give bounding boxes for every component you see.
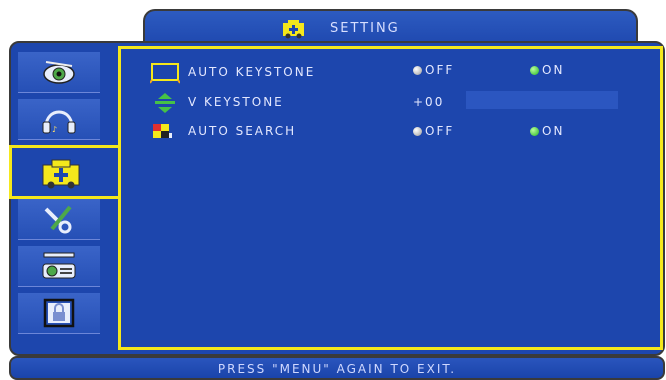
- footer-bar: PRESS "MENU" AGAIN TO EXIT.: [9, 356, 665, 380]
- footer-hint: PRESS "MENU" AGAIN TO EXIT.: [217, 362, 457, 376]
- auto-keystone-off-option[interactable]: OFF: [413, 63, 454, 77]
- auto-search-icon: [153, 124, 172, 138]
- lock-icon: [43, 298, 75, 328]
- page-title: SETTING: [330, 21, 400, 36]
- sidebar-item-lock[interactable]: [18, 293, 100, 334]
- headphones-icon: ♪: [42, 110, 76, 134]
- radio-on-icon: [530, 127, 539, 136]
- v-keystone-value: +00: [413, 95, 445, 109]
- auto-keystone-label: AUTO KEYSTONE: [188, 65, 316, 79]
- projector-icon: [42, 252, 76, 279]
- setting-icon: [42, 159, 80, 189]
- v-keystone-label: V KEYSTONE: [188, 95, 284, 109]
- radio-off-icon: [413, 127, 422, 136]
- setting-icon: [283, 20, 304, 39]
- v-keystone-icon: [155, 93, 175, 113]
- keystone-frame-icon: [150, 63, 180, 84]
- eye-icon: [43, 61, 75, 84]
- tools-icon: [44, 205, 72, 234]
- radio-off-icon: [413, 66, 422, 75]
- svg-text:♪: ♪: [52, 125, 57, 134]
- sidebar-item-image[interactable]: [18, 52, 100, 93]
- v-keystone-slider[interactable]: [466, 91, 618, 109]
- auto-search-off-option[interactable]: OFF: [413, 124, 454, 138]
- sidebar-item-tools[interactable]: [18, 199, 100, 240]
- sidebar-item-audio[interactable]: ♪: [18, 99, 100, 140]
- radio-on-icon: [530, 66, 539, 75]
- sidebar-item-setting[interactable]: [9, 145, 121, 199]
- auto-search-label: AUTO SEARCH: [188, 124, 297, 138]
- sidebar-item-projector[interactable]: [18, 246, 100, 287]
- auto-search-on-option[interactable]: ON: [530, 124, 564, 138]
- auto-keystone-on-option[interactable]: ON: [530, 63, 564, 77]
